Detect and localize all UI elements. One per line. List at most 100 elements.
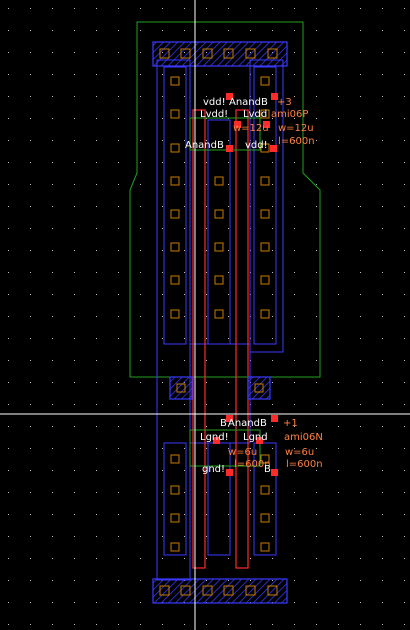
layout-canvas[interactable]: vdd! AnandB +3 Lvdd! Lvdd ami06P w=12u w… [0, 0, 410, 630]
grid-dot [162, 118, 163, 119]
grid-dot [338, 338, 339, 339]
grid-dot [52, 228, 53, 229]
grid-dot [118, 404, 119, 405]
grid-dot [74, 206, 75, 207]
grid-dot [96, 558, 97, 559]
gnd-rail[interactable] [152, 578, 288, 604]
poly-contact-a[interactable] [169, 376, 193, 400]
grid-dot [228, 558, 229, 559]
grid-dot [382, 184, 383, 185]
grid-dot [96, 580, 97, 581]
grid-dot [96, 228, 97, 229]
grid-dot [382, 404, 383, 405]
grid-dot [338, 360, 339, 361]
grid-dot [96, 514, 97, 515]
grid-dot [140, 580, 141, 581]
grid-dot [272, 184, 273, 185]
grid-dot [360, 382, 361, 383]
grid-dot [162, 558, 163, 559]
grid-dot [52, 382, 53, 383]
grid-dot [228, 316, 229, 317]
grid-dot [338, 514, 339, 515]
grid-dot [162, 426, 163, 427]
grid-dot [30, 206, 31, 207]
grid-dot [272, 338, 273, 339]
grid-dot [8, 404, 9, 405]
grid-dot [272, 272, 273, 273]
grid-dot [228, 404, 229, 405]
pin-marker-icon[interactable] [226, 145, 233, 152]
grid-dot [228, 272, 229, 273]
grid-dot [404, 30, 405, 31]
grid-dot [96, 294, 97, 295]
vdd-rail[interactable] [152, 41, 288, 67]
grid-dot [8, 206, 9, 207]
grid-dot [338, 140, 339, 141]
grid-dot [316, 206, 317, 207]
grid-dot [228, 74, 229, 75]
grid-dot [338, 470, 339, 471]
grid-dot [74, 426, 75, 427]
grid-dot [404, 492, 405, 493]
grid-dot [228, 250, 229, 251]
grid-dot [294, 162, 295, 163]
grid-dot [8, 580, 9, 581]
grid-dot [96, 338, 97, 339]
grid-dot [52, 426, 53, 427]
grid-dot [338, 250, 339, 251]
grid-dot [294, 536, 295, 537]
grid-dot [74, 448, 75, 449]
grid-dot [272, 514, 273, 515]
pin-marker-icon[interactable] [271, 469, 278, 476]
grid-dot [294, 184, 295, 185]
grid-dot [118, 96, 119, 97]
grid-dot [184, 492, 185, 493]
grid-dot [184, 360, 185, 361]
grid-dot [96, 492, 97, 493]
grid-dot [52, 184, 53, 185]
grid-dot [294, 580, 295, 581]
grid-dot [140, 250, 141, 251]
grid-dot [52, 8, 53, 9]
pmos-net-left: AnandB [185, 140, 224, 151]
pmos-inst-label: AnandB [229, 97, 268, 108]
grid-dot [404, 96, 405, 97]
pin-marker-icon[interactable] [271, 415, 278, 422]
grid-dot [140, 448, 141, 449]
grid-dot [382, 316, 383, 317]
grid-dot [316, 52, 317, 53]
grid-dot [228, 140, 229, 141]
grid-dot [74, 8, 75, 9]
pmos-length: l=600n [278, 136, 315, 147]
grid-dot [8, 118, 9, 119]
grid-dot [184, 162, 185, 163]
grid-dot [96, 448, 97, 449]
grid-dot [382, 338, 383, 339]
grid-dot [338, 624, 339, 625]
grid-dot [250, 536, 251, 537]
grid-dot [184, 250, 185, 251]
grid-dot [382, 30, 383, 31]
grid-dot [404, 558, 405, 559]
nmos-dev-index: +1 [283, 418, 298, 429]
pin-marker-icon[interactable] [270, 145, 277, 152]
grid-dot [316, 272, 317, 273]
grid-dot [294, 272, 295, 273]
grid-dot [118, 74, 119, 75]
grid-dot [118, 602, 119, 603]
grid-dot [162, 536, 163, 537]
grid-dot [360, 470, 361, 471]
grid-dot [316, 514, 317, 515]
poly-contact-b[interactable] [247, 376, 271, 400]
grid-dot [294, 74, 295, 75]
grid-dot [52, 602, 53, 603]
grid-dot [52, 624, 53, 625]
grid-dot [140, 470, 141, 471]
grid-dot [30, 52, 31, 53]
grid-dot [96, 272, 97, 273]
pin-marker-icon[interactable] [226, 469, 233, 476]
grid-dot [8, 338, 9, 339]
grid-dot [360, 404, 361, 405]
grid-dot [338, 96, 339, 97]
grid-dot [30, 316, 31, 317]
